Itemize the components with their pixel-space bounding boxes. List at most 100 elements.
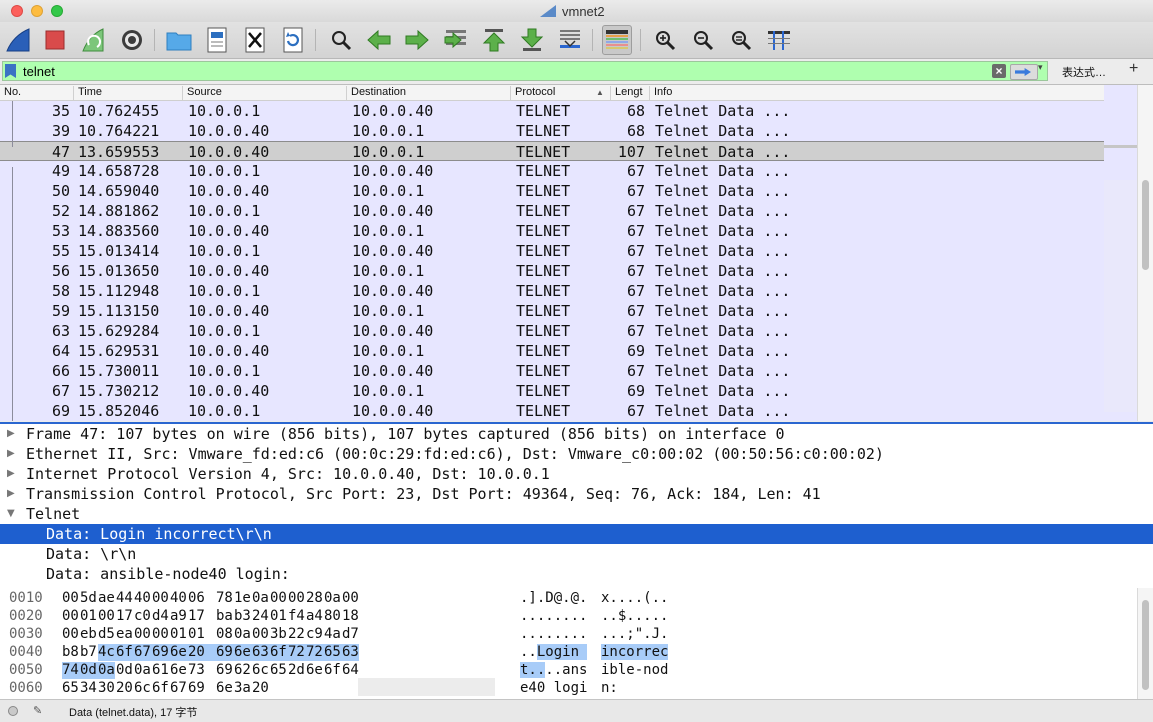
hex-byte[interactable]: eb bbox=[80, 626, 99, 642]
hex-byte[interactable]: 00 bbox=[252, 626, 271, 642]
hex-byte[interactable]: c0 bbox=[134, 608, 153, 624]
packet-row[interactable]: 56 15.013650 10.0.0.40 10.0.0.1 TELNET 67 Teln… bbox=[0, 261, 1104, 281]
close-file-button[interactable] bbox=[240, 25, 270, 55]
hex-byte[interactable]: 06 bbox=[188, 590, 207, 606]
packet-minimap[interactable] bbox=[1104, 85, 1137, 421]
hex-byte[interactable]: 18 bbox=[342, 608, 361, 624]
hex-byte[interactable]: 72 bbox=[306, 644, 325, 660]
packet-row[interactable]: 69 15.852046 10.0.0.1 10.0.0.40 TELNET 67 Teln… bbox=[0, 401, 1104, 421]
hex-byte[interactable]: 6c bbox=[134, 680, 153, 696]
hex-byte[interactable]: 69 bbox=[216, 644, 235, 660]
collapsed-chevron-right-icon[interactable]: ▶ bbox=[7, 468, 15, 479]
packet-row[interactable]: 67 15.730212 10.0.0.40 10.0.0.1 TELNET 69 Teln… bbox=[0, 381, 1104, 401]
hex-byte[interactable]: 0a bbox=[234, 626, 253, 642]
hex-byte[interactable]: ae bbox=[98, 590, 117, 606]
hex-byte[interactable]: 40 bbox=[170, 590, 189, 606]
hex-row[interactable]: 0060 65 34 30 20 6c 6f 67 69 6e 3a 20 e40 logi n: bbox=[0, 680, 700, 698]
find-packet-button[interactable] bbox=[326, 25, 356, 55]
stop-capture-button[interactable] bbox=[40, 25, 70, 55]
hex-byte[interactable]: 72 bbox=[288, 644, 307, 660]
detail-row[interactable]: ▶ Internet Protocol Version 4, Src: 10.0.… bbox=[0, 464, 1153, 484]
hex-byte[interactable]: 69 bbox=[216, 662, 235, 678]
hex-byte[interactable]: 22 bbox=[288, 626, 307, 642]
hex-ascii[interactable]: .].D@.@. bbox=[520, 590, 587, 606]
hex-byte[interactable]: 34 bbox=[80, 680, 99, 696]
colorize-button[interactable] bbox=[602, 25, 632, 55]
zoom-out-button[interactable] bbox=[688, 25, 718, 55]
hex-ascii[interactable]: ..$..... bbox=[601, 608, 668, 624]
hex-byte[interactable]: 6f bbox=[324, 662, 343, 678]
start-capture-button[interactable] bbox=[3, 25, 33, 55]
detail-row[interactable]: ▼ Telnet bbox=[0, 504, 1153, 524]
edit-comment-icon[interactable]: ✎ bbox=[33, 704, 46, 717]
display-filter-input[interactable]: telnet × bbox=[2, 61, 1048, 81]
hex-ascii[interactable]: e40 logi bbox=[520, 680, 587, 696]
apply-filter-button[interactable] bbox=[1010, 64, 1038, 80]
hex-byte[interactable]: 0a bbox=[98, 662, 117, 678]
save-file-button[interactable] bbox=[202, 25, 232, 55]
hex-byte[interactable]: 6e bbox=[306, 662, 325, 678]
hex-byte[interactable]: 01 bbox=[170, 626, 189, 642]
hex-byte[interactable]: 80 bbox=[324, 608, 343, 624]
hex-byte[interactable]: 6f bbox=[152, 680, 171, 696]
hex-byte[interactable]: 00 bbox=[62, 590, 81, 606]
zoom-window-button[interactable] bbox=[51, 5, 63, 17]
hex-byte[interactable]: b8 bbox=[62, 644, 81, 660]
packet-row[interactable]: 63 15.629284 10.0.0.1 10.0.0.40 TELNET 67 Teln… bbox=[0, 321, 1104, 341]
hex-byte[interactable]: 00 bbox=[152, 626, 171, 642]
hex-byte[interactable]: 0a bbox=[252, 590, 271, 606]
hex-byte[interactable]: d4 bbox=[152, 608, 171, 624]
hex-ascii[interactable]: incorrec bbox=[601, 644, 669, 660]
go-forward-button[interactable] bbox=[402, 25, 432, 55]
hex-byte[interactable]: 65 bbox=[270, 662, 289, 678]
hex-byte[interactable]: 00 bbox=[288, 590, 307, 606]
hex-byte[interactable]: 0d bbox=[80, 662, 99, 678]
hex-byte[interactable]: 6e bbox=[170, 662, 189, 678]
collapsed-chevron-right-icon[interactable]: ▶ bbox=[7, 488, 15, 499]
hex-byte[interactable]: 6f bbox=[116, 644, 135, 660]
packet-row[interactable]: 50 14.659040 10.0.0.40 10.0.0.1 TELNET 67 Teln… bbox=[0, 181, 1104, 201]
hex-byte[interactable]: 5d bbox=[80, 590, 99, 606]
capture-options-button[interactable] bbox=[117, 25, 147, 55]
packet-row[interactable]: 53 14.883560 10.0.0.40 10.0.0.1 TELNET 67 Teln… bbox=[0, 221, 1104, 241]
packet-row-selected[interactable]: 47 13.659553 10.0.0.40 10.0.0.1 TELNET 107 Tel… bbox=[0, 141, 1104, 161]
hex-byte[interactable]: 2d bbox=[288, 662, 307, 678]
normal-size-button[interactable] bbox=[726, 25, 756, 55]
first-packet-button[interactable] bbox=[479, 25, 509, 55]
go-back-button[interactable] bbox=[364, 25, 394, 55]
hex-byte[interactable]: 00 bbox=[152, 590, 171, 606]
detail-row[interactable]: ▶ Frame 47: 107 bytes on wire (856 bits),… bbox=[0, 424, 1153, 444]
hex-byte[interactable]: 64 bbox=[342, 662, 361, 678]
hex-byte[interactable]: 67 bbox=[170, 680, 189, 696]
hex-byte[interactable]: 24 bbox=[252, 608, 271, 624]
add-filter-button[interactable]: + bbox=[1129, 60, 1138, 78]
clear-filter-icon[interactable]: × bbox=[992, 64, 1006, 78]
hex-byte[interactable]: 6e bbox=[170, 644, 189, 660]
hex-byte[interactable]: 74 bbox=[62, 662, 81, 678]
hex-row[interactable]: 0040 b8 b7 4c 6f 67 69 6e 20 69 6e 63 6f 72 72 65 63 ..Lo… bbox=[0, 644, 700, 662]
hex-ascii[interactable]: n: bbox=[601, 680, 626, 696]
detail-row-selected[interactable]: Data: Login incorrect\r\n bbox=[0, 524, 1153, 544]
hex-byte[interactable]: 69 bbox=[188, 680, 207, 696]
hex-byte[interactable]: 00 bbox=[342, 590, 361, 606]
hex-ascii[interactable]: ..Login bbox=[520, 644, 588, 660]
close-window-button[interactable] bbox=[11, 5, 23, 17]
packet-list-scroll-thumb[interactable] bbox=[1142, 180, 1149, 270]
hex-byte[interactable]: 00 bbox=[62, 626, 81, 642]
hex-byte[interactable]: 6c bbox=[252, 662, 271, 678]
hex-byte[interactable]: 62 bbox=[234, 662, 253, 678]
column-header-no[interactable]: No. bbox=[0, 86, 74, 100]
hex-ascii[interactable]: ........ bbox=[520, 626, 587, 642]
hex-byte[interactable]: 4c bbox=[98, 644, 117, 660]
hex-byte[interactable]: 6e bbox=[234, 644, 253, 660]
packet-row[interactable]: 35 10.762455 10.0.0.1 10.0.0.40 TELNET 68 Teln… bbox=[0, 101, 1104, 121]
hex-ascii[interactable]: ........ bbox=[520, 608, 587, 624]
hex-row[interactable]: 0010 00 5d ae 44 40 00 40 06 78 1e 0a 00 00 28 0a 00 .].D… bbox=[0, 590, 700, 608]
collapsed-chevron-right-icon[interactable]: ▶ bbox=[7, 448, 15, 459]
packet-row[interactable]: 64 15.629531 10.0.0.40 10.0.0.1 TELNET 69 Teln… bbox=[0, 341, 1104, 361]
packet-row[interactable]: 39 10.764221 10.0.0.40 10.0.0.1 TELNET 68 Teln… bbox=[0, 121, 1104, 141]
hex-byte[interactable]: 00 bbox=[62, 608, 81, 624]
hex-byte[interactable]: 67 bbox=[134, 644, 153, 660]
column-header-time[interactable]: Time bbox=[74, 86, 183, 100]
hex-byte[interactable]: 4a bbox=[324, 626, 343, 642]
